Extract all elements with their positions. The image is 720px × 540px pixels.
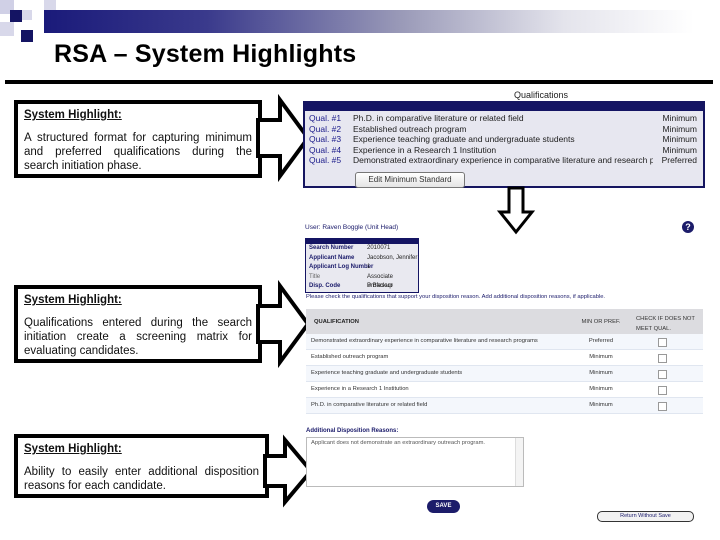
additional-reasons-label: Additional Disposition Reasons:: [306, 428, 399, 434]
header-check: CHECK IF DOES NOT MEET QUAL.: [636, 316, 695, 332]
instruction-text: Please check the qualifications that sup…: [306, 294, 606, 300]
qualification-label: Qual. #2: [309, 123, 342, 134]
does-not-meet-checkbox[interactable]: [658, 338, 667, 347]
textarea-scrollbar[interactable]: [515, 438, 523, 486]
info-row: Title Associate Professor: [306, 273, 418, 290]
does-not-meet-checkbox[interactable]: [658, 370, 667, 379]
edit-minimum-standard-button[interactable]: Edit Minimum Standard: [355, 172, 465, 188]
qualification-row: Qual. #2 Established outreach program Mi…: [305, 124, 703, 135]
qualification-level: Minimum: [662, 113, 697, 123]
callout-text: A structured format for capturing minimu…: [24, 132, 252, 172]
qualification-label: Qual. #3: [309, 134, 342, 144]
matrix-row: Experience in a Research 1 Institution Mi…: [306, 382, 703, 398]
info-key: Applicant Log Number: [309, 264, 374, 270]
logo-square: [21, 30, 33, 42]
qualification-description: Established outreach program: [353, 123, 467, 134]
qualification-row: Qual. #1 Ph.D. in comparative literature…: [305, 113, 703, 124]
matrix-qualification: Established outreach program: [311, 354, 389, 360]
logo-square: [22, 10, 32, 20]
matrix-min-pref: Minimum: [589, 370, 613, 376]
applicant-info-table: Search Number 2010071 Applicant Name Jacob…: [305, 238, 419, 293]
matrix-header: QUALIFICATION MIN OR PREF. CHECK IF DOES…: [306, 309, 703, 334]
info-key: Title: [309, 273, 321, 280]
screening-matrix: QUALIFICATION MIN OR PREF. CHECK IF DOES…: [306, 309, 703, 414]
down-arrow-icon: [496, 186, 536, 235]
help-icon[interactable]: ?: [682, 221, 694, 233]
matrix-row: Experience teaching graduate and undergr…: [306, 366, 703, 382]
callout-highlight-1: System Highlight: A structured format fo…: [14, 100, 262, 178]
matrix-qualification: Experience in a Research 1 Institution: [311, 386, 409, 392]
user-line: User: Raven Boggle (Unit Head): [305, 224, 399, 231]
qualification-row: Qual. #3 Experience teaching graduate an…: [305, 134, 703, 145]
logo-square: [10, 10, 22, 22]
info-row: Applicant Name Jacobson, Jennifer: [306, 254, 418, 264]
additional-reasons-text: Applicant does not demonstrate an extrao…: [311, 440, 486, 446]
qualification-label: Qual. #5: [309, 155, 342, 165]
info-key: Disp. Code: [309, 283, 341, 289]
does-not-meet-checkbox[interactable]: [658, 402, 667, 411]
header-min-pref[interactable]: MIN OR PREF.: [571, 319, 631, 325]
right-arrow-icon: [256, 279, 311, 369]
save-button[interactable]: SAVE: [427, 500, 460, 513]
matrix-min-pref: Minimum: [589, 354, 613, 360]
qualification-level: Preferred: [661, 155, 697, 165]
info-value: 2010071: [367, 245, 391, 251]
logo-square: [0, 22, 14, 36]
matrix-qualification: Experience teaching graduate and undergr…: [311, 370, 463, 376]
callout-highlight-3: System Highlight: Ability to easily ente…: [14, 434, 269, 498]
info-value: Jacobson, Jennifer: [367, 254, 418, 261]
additional-reasons-textarea[interactable]: Applicant does not demonstrate an extrao…: [306, 437, 524, 487]
info-row: Disp. Code B Backup: [306, 282, 418, 292]
qualification-row: Qual. #4 Experience in a Research 1 Inst…: [305, 145, 703, 156]
matrix-qualification: Ph.D. in comparative literature or relat…: [311, 402, 428, 408]
does-not-meet-checkbox[interactable]: [658, 386, 667, 395]
qualification-description: Experience in a Research 1 Institution: [353, 144, 497, 155]
matrix-qualification: Demonstrated extraordinary experience in…: [311, 338, 538, 344]
qualification-description: Demonstrated extraordinary experience in…: [353, 155, 653, 165]
does-not-meet-checkbox[interactable]: [658, 354, 667, 363]
info-value: 1: [367, 264, 371, 270]
qualifications-title: Qualifications: [514, 90, 569, 100]
matrix-min-pref: Preferred: [588, 338, 614, 344]
matrix-min-pref: Minimum: [589, 402, 613, 408]
return-without-save-button[interactable]: Return Without Save: [597, 511, 694, 522]
matrix-min-pref: Minimum: [589, 386, 613, 392]
qualification-level: Minimum: [662, 134, 697, 144]
qualification-label: Qual. #1: [309, 113, 342, 123]
callout-highlight-2: System Highlight: Qualifications entered…: [14, 285, 262, 363]
slide-title: RSA – System Highlights: [54, 40, 357, 68]
qualification-description: Ph.D. in comparative literature or relat…: [353, 113, 524, 123]
qualification-row: Qual. #5 Demonstrated extraordinary expe…: [305, 155, 703, 166]
logo-square: [44, 0, 56, 10]
callout-text: Qualifications entered during the search…: [24, 317, 252, 357]
info-row: Search Number 2010071: [306, 244, 418, 254]
info-row: Applicant Log Number 1: [306, 263, 418, 273]
matrix-row: Established outreach program Minimum: [306, 350, 703, 366]
matrix-row: Demonstrated extraordinary experience in…: [306, 334, 703, 350]
panel-header-bar: [305, 103, 703, 111]
qualification-label: Qual. #4: [309, 144, 342, 155]
info-key: Search Number: [309, 245, 354, 251]
qualification-level: Minimum: [662, 123, 697, 134]
qualifications-panel: Qual. #1 Ph.D. in comparative literature…: [303, 101, 705, 188]
info-key: Applicant Name: [309, 254, 355, 261]
title-rule: [5, 80, 713, 84]
header-qualification[interactable]: QUALIFICATION: [314, 319, 359, 325]
info-value: B Backup: [367, 283, 393, 289]
matrix-row: Ph.D. in comparative literature or relat…: [306, 398, 703, 414]
qualification-level: Minimum: [662, 144, 697, 155]
qualification-description: Experience teaching graduate and undergr…: [353, 134, 575, 144]
callout-text: Ability to easily enter additional dispo…: [24, 466, 259, 492]
callout-heading: System Highlight:: [24, 443, 122, 455]
header-banner: [44, 10, 694, 33]
callout-heading: System Highlight:: [24, 294, 122, 306]
callout-heading: System Highlight:: [24, 109, 122, 121]
